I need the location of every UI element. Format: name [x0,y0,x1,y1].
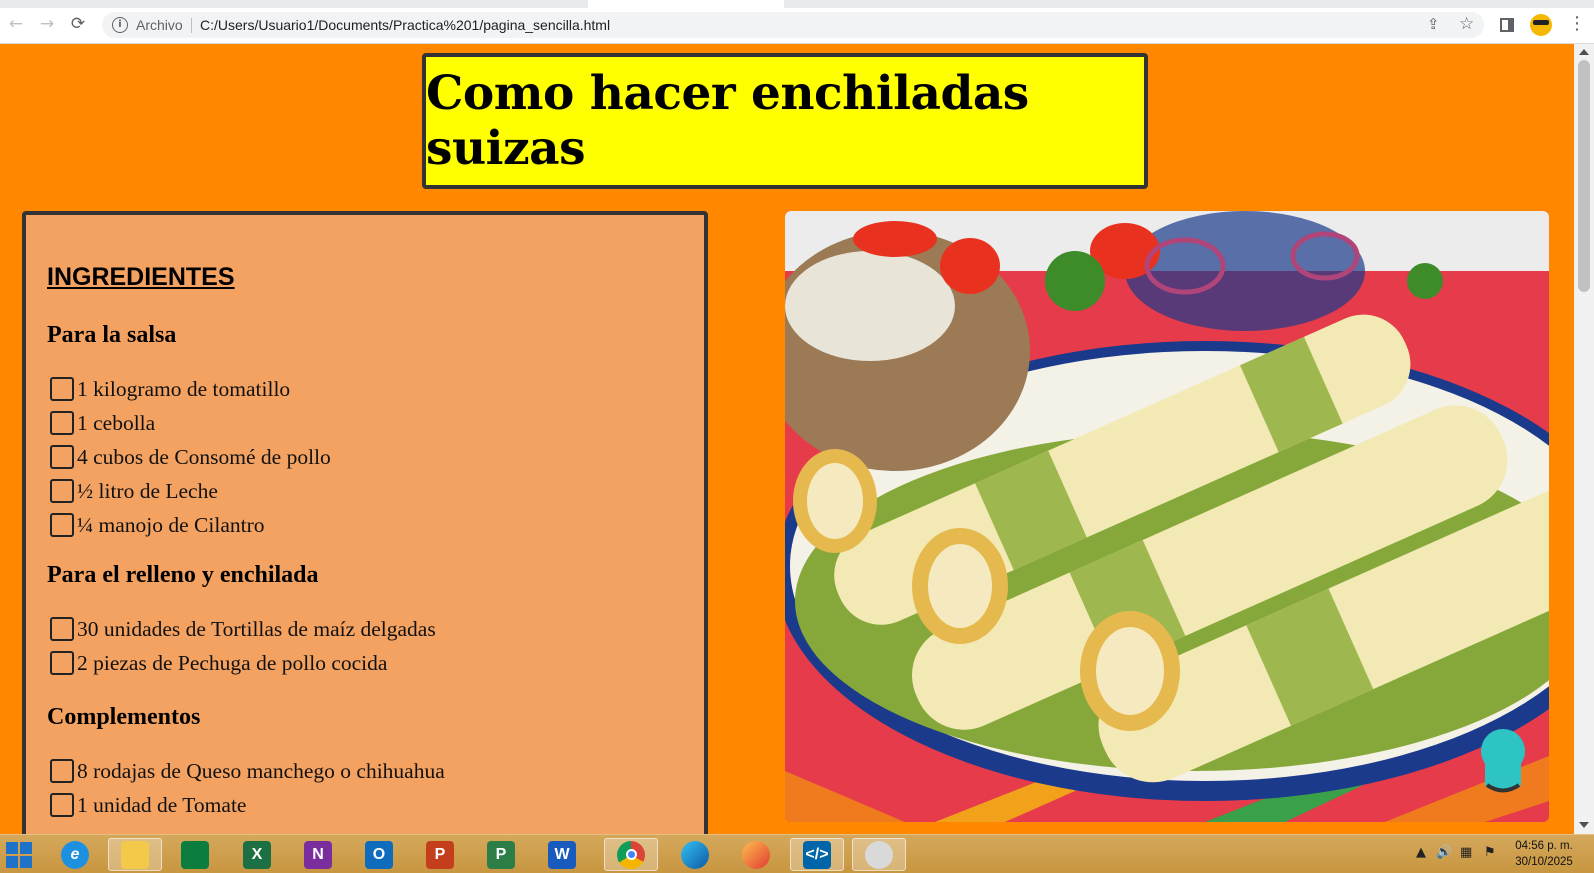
forward-icon[interactable]: → [37,14,57,34]
firefox-icon[interactable] [729,838,783,871]
clock-date: 30/10/2025 [1515,856,1573,868]
reload-icon[interactable]: ⟳ [68,14,88,34]
ingredient-text: 8 rodajas de Queso manchego o chihuahua [77,758,445,783]
ingredient-text: 4 cubos de Consomé de pollo [77,444,331,469]
browser-menu-icon[interactable]: ⋮ [1568,13,1586,34]
taskbar-clock[interactable]: 04:56 p. m. 30/10/2025 [1504,838,1584,870]
start-button-icon[interactable] [6,842,32,868]
address-divider [191,18,192,33]
network-icon[interactable]: ▦ [1460,845,1472,860]
list-item: 30 unidades de Tortillas de maíz delgada… [50,615,436,643]
ingredient-checkbox[interactable] [50,377,74,401]
address-bar[interactable]: i Archivo C:/Users/Usuario1/Documents/Pr… [102,12,1484,38]
info-icon[interactable]: i [112,17,128,33]
volume-icon[interactable]: 🔊 [1436,845,1452,860]
word-icon[interactable]: W [535,838,589,871]
ingredient-checkbox[interactable] [50,617,74,641]
ingredient-text: 2 piezas de Pechuga de pollo cocida [77,650,388,675]
title-box: Como hacer enchiladas suizas [422,53,1148,189]
share-icon[interactable]: ⇪ [1427,15,1440,33]
list-item: 1 unidad de Tomate [50,791,246,819]
list-item: 4 cubos de Consomé de pollo [50,443,331,471]
ingredients-panel: INGREDIENTES Para la salsa 1 kilogramo d… [22,211,708,834]
vertical-scrollbar[interactable] [1574,44,1594,834]
list-item: ¼ manojo de Cilantro [50,511,265,539]
ingredient-checkbox[interactable] [50,445,74,469]
page-viewport: Como hacer enchiladas suizas INGREDIENTE… [0,44,1574,834]
page-title: Como hacer enchiladas suizas [426,66,1029,176]
ingredient-text: 1 unidad de Tomate [77,792,247,817]
url-text[interactable]: C:/Users/Usuario1/Documents/Practica%201… [200,17,610,33]
scroll-down-arrow-icon[interactable] [1579,822,1589,828]
list-item: 2 piezas de Pechuga de pollo cocida [50,649,387,677]
ingredient-checkbox[interactable] [50,479,74,503]
vscode-icon[interactable]: </> [790,838,844,871]
ingredients-heading: INGREDIENTES [47,263,235,291]
project-icon[interactable]: P [474,838,528,871]
action-center-flag-icon[interactable]: ⚑ [1484,845,1496,860]
clock-time: 04:56 p. m. [1515,840,1573,852]
chrome-icon[interactable] [604,838,658,871]
ingredient-text: 1 cebolla [77,410,156,435]
excel-icon[interactable]: X [230,838,284,871]
side-panel-icon[interactable] [1500,18,1514,32]
ingredient-text: ¼ manojo de Cilantro [77,512,265,537]
back-icon[interactable]: ← [6,14,26,34]
profile-avatar-icon[interactable] [1530,14,1552,36]
edge-icon[interactable] [668,838,722,871]
outlook-icon[interactable]: O [352,838,406,871]
ingredient-text: ½ litro de Leche [77,478,218,503]
bookmark-star-icon[interactable]: ☆ [1459,14,1474,34]
ingredient-checkbox[interactable] [50,793,74,817]
section-heading-relleno: Para el relleno y enchilada [47,562,319,588]
microsoft-store-icon[interactable] [168,838,222,871]
tab-strip [0,0,1594,8]
ingredient-checkbox[interactable] [50,651,74,675]
scroll-up-arrow-icon[interactable] [1579,49,1589,55]
paint-icon[interactable] [852,838,906,871]
windows-taskbar: e X N O P P W </> ▲ 🔊 ▦ ⚑ 04:56 p. m. 30 [0,834,1594,873]
show-hidden-icons-icon[interactable]: ▲ [1416,845,1426,860]
file-explorer-icon[interactable] [108,838,162,871]
powerpoint-icon[interactable]: P [413,838,467,871]
ingredient-checkbox[interactable] [50,513,74,537]
active-tab[interactable] [588,0,784,8]
ingredient-text: 30 unidades de Tortillas de maíz delgada… [77,616,436,641]
list-item: 1 kilogramo de tomatillo [50,375,290,403]
ingredient-checkbox[interactable] [50,411,74,435]
enchiladas-photo [785,211,1549,822]
enchiladas-illustration [785,211,1549,822]
onenote-icon[interactable]: N [291,838,345,871]
internet-explorer-icon[interactable]: e [48,838,102,871]
scroll-thumb[interactable] [1578,60,1590,292]
section-heading-complementos: Complementos [47,704,201,730]
list-item: 8 rodajas de Queso manchego o chihuahua [50,757,445,785]
list-item: ½ litro de Leche [50,477,218,505]
protocol-label: Archivo [136,17,183,33]
ingredient-text: 1 kilogramo de tomatillo [77,376,291,401]
section-heading-salsa: Para la salsa [47,322,177,348]
list-item: 1 cebolla [50,409,155,437]
browser-toolbar: ← → ⟳ i Archivo C:/Users/Usuario1/Docume… [0,0,1594,44]
ingredient-checkbox[interactable] [50,759,74,783]
